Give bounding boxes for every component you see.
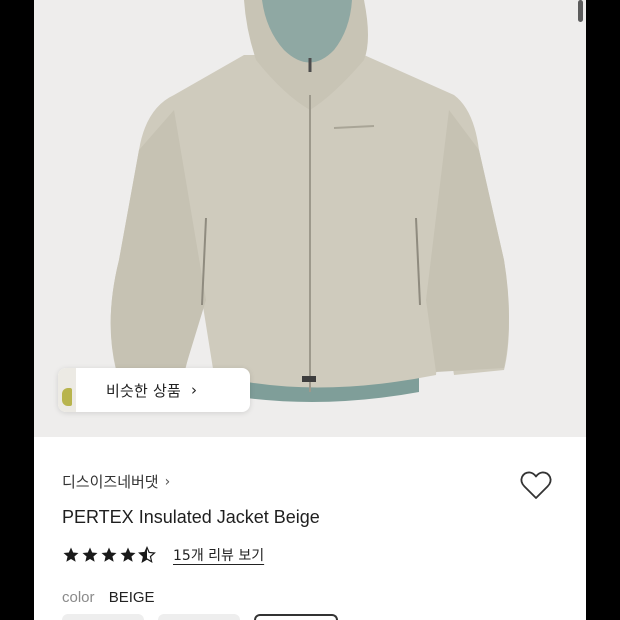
rating-stars — [62, 546, 157, 564]
chevron-right-icon: › — [190, 381, 197, 399]
half-star-icon — [138, 546, 156, 563]
brand-link[interactable]: 디스이즈네버댓 › — [62, 471, 170, 492]
star-icon — [82, 547, 98, 562]
color-options — [62, 614, 352, 620]
color-option[interactable] — [158, 614, 240, 620]
heart-icon[interactable] — [518, 467, 554, 503]
chevron-right-icon: › — [164, 473, 171, 490]
similar-products-button[interactable]: 비슷한 상품 › — [58, 368, 250, 412]
similar-products-label: 비슷한 상품 — [106, 381, 181, 400]
view-reviews-link[interactable]: 15개 리뷰 보기 — [173, 545, 264, 565]
brand-name: 디스이즈네버댓 — [62, 473, 159, 491]
scrollbar[interactable] — [578, 0, 583, 22]
star-icon — [63, 547, 79, 562]
rating-row: 15개 리뷰 보기 — [62, 545, 264, 565]
star-icon — [120, 547, 136, 562]
color-option[interactable] — [62, 614, 144, 620]
color-label: color — [62, 589, 95, 606]
product-title: PERTEX Insulated Jacket Beige — [62, 507, 320, 527]
star-icon — [101, 547, 117, 562]
similar-product-thumbnail — [58, 368, 76, 412]
product-page: 비슷한 상품 › 디스이즈네버댓 › PERTEX Insulated Jack… — [34, 0, 586, 620]
color-row: color BEIGE — [62, 589, 155, 606]
color-value: BEIGE — [108, 589, 155, 606]
product-image[interactable]: 비슷한 상품 › — [34, 0, 586, 437]
color-option-selected[interactable] — [254, 614, 338, 620]
